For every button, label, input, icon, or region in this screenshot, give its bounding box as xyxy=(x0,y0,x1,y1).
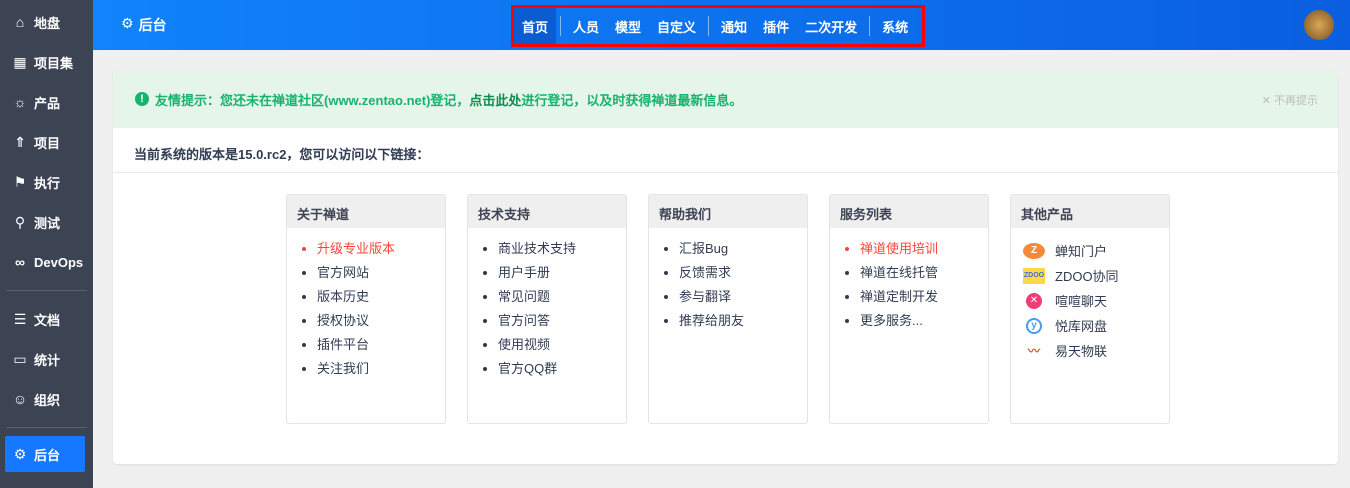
card-support: 技术支持 商业技术支持用户手册常见问题官方问答使用视频官方QQ群 xyxy=(467,194,627,424)
link-item[interactable]: 升级专业版本 xyxy=(317,240,445,264)
nav-custom[interactable]: 自定义 xyxy=(649,8,704,44)
page-title: ⚙ 后台 xyxy=(121,15,167,33)
link-item[interactable]: 使用视频 xyxy=(498,336,626,360)
main-nav: 首页 人员 模型 自定义 通知 插件 二次开发 系统 xyxy=(511,5,926,47)
link-item[interactable]: 官方QQ群 xyxy=(498,360,626,384)
nav-divider xyxy=(560,16,562,36)
card-help: 帮助我们 汇报Bug反馈需求参与翻译推荐给朋友 xyxy=(648,194,808,424)
grid-icon: ▦ xyxy=(13,53,27,70)
close-icon: ✕ xyxy=(1261,95,1274,107)
link-item[interactable]: 常见问题 xyxy=(498,288,626,312)
link-item[interactable]: 关注我们 xyxy=(317,360,445,384)
link-item[interactable]: 禅道使用培训 xyxy=(860,240,988,264)
chanzhi-logo-icon: Z xyxy=(1023,242,1045,259)
rocket-icon: ⇑ xyxy=(14,133,26,150)
sidebar-item-project[interactable]: ⇑ 项目 xyxy=(0,122,93,162)
link-item[interactable]: 插件平台 xyxy=(317,336,445,360)
nav-home[interactable]: 首页 xyxy=(514,8,557,44)
nav-message[interactable]: 通知 xyxy=(713,8,755,44)
dismiss-tip-button[interactable]: ✕ 不再提示 xyxy=(1262,92,1318,108)
product-xuanxuan[interactable]: ✕ 喧喧聊天 xyxy=(1011,288,1169,313)
yoku-logo-icon: y xyxy=(1026,317,1042,334)
product-yoku[interactable]: y 悦库网盘 xyxy=(1011,313,1169,338)
sidebar-item-execution[interactable]: ⚑ 执行 xyxy=(0,162,93,202)
nav-system[interactable]: 系统 xyxy=(874,8,916,44)
link-item[interactable]: 参与翻译 xyxy=(679,288,807,312)
admin-panel: ! 友情提示：您还未在禅道社区(www.zentao.net)登记， 点击此处 进… xyxy=(113,70,1338,464)
bulb-icon: ☼ xyxy=(13,94,27,110)
sidebar: ⌂ 地盘 ▦ 项目集 ☼ 产品 ⇑ 项目 ⚑ 执行 ⚲ 测试 ∞ DevOps ☰ 文档 ▭ 统计… xyxy=(0,0,93,488)
register-tip: ! 友情提示：您还未在禅道社区(www.zentao.net)登记， 点击此处 进… xyxy=(113,70,1338,128)
link-item[interactable]: 官方网站 xyxy=(317,264,445,288)
nav-divider xyxy=(708,16,710,36)
header: ⚙ 后台 首页 人员 模型 自定义 通知 插件 二次开发 系统 xyxy=(93,0,1350,50)
link-item[interactable]: 版本历史 xyxy=(317,288,445,312)
product-chanzhi[interactable]: Z 蝉知门户 xyxy=(1011,238,1169,263)
sidebar-item-product[interactable]: ☼ 产品 xyxy=(0,82,93,122)
card-service: 服务列表 禅道使用培训禅道在线托管禅道定制开发更多服务... xyxy=(829,194,989,424)
version-text: 当前系统的版本是15.0.rc2，您可以访问以下链接： xyxy=(113,128,1338,173)
link-cards: 关于禅道 升级专业版本官方网站版本历史授权协议插件平台关注我们 技术支持 商业技… xyxy=(286,194,1170,424)
gear-icon: ⚙ xyxy=(121,15,134,31)
card-products: 其他产品 Z 蝉知门户 ZDOO ZDOO协同 ✕ 喧喧聊天 y 悦库网盘 〰易天物联 xyxy=(1010,194,1170,424)
xuanxuan-logo-icon: ✕ xyxy=(1026,292,1042,309)
nav-extension[interactable]: 插件 xyxy=(755,8,797,44)
sidebar-divider xyxy=(6,290,87,291)
card-about: 关于禅道 升级专业版本官方网站版本历史授权协议插件平台关注我们 xyxy=(286,194,446,424)
run-icon: ⚑ xyxy=(13,173,27,190)
product-yitian[interactable]: 〰易天物联 xyxy=(1011,338,1169,363)
link-item[interactable]: 授权协议 xyxy=(317,312,445,336)
infinity-icon: ∞ xyxy=(15,254,25,270)
sidebar-item-qa[interactable]: ⚲ 测试 xyxy=(0,202,93,242)
zdoo-logo-icon: ZDOO xyxy=(1023,267,1045,284)
sidebar-item-report[interactable]: ▭ 统计 xyxy=(0,339,93,379)
sidebar-item-program[interactable]: ▦ 项目集 xyxy=(0,42,93,82)
users-icon: ☺ xyxy=(12,391,28,407)
sidebar-item-company[interactable]: ☺ 组织 xyxy=(0,379,93,419)
register-link[interactable]: 点击此处 xyxy=(469,90,521,109)
link-item[interactable]: 官方问答 xyxy=(498,312,626,336)
link-item[interactable]: 禅道定制开发 xyxy=(860,288,988,312)
sidebar-divider xyxy=(6,427,87,428)
sidebar-item-doc[interactable]: ☰ 文档 xyxy=(0,299,93,339)
link-item[interactable]: 反馈需求 xyxy=(679,264,807,288)
search-icon: ⚲ xyxy=(14,213,26,230)
info-icon: ! xyxy=(135,92,149,106)
doc-icon: ☰ xyxy=(13,310,27,327)
sidebar-item-dashboard[interactable]: ⌂ 地盘 xyxy=(0,2,93,42)
avatar[interactable] xyxy=(1304,10,1334,40)
nav-dev[interactable]: 二次开发 xyxy=(797,8,865,44)
yitian-logo-icon: 〰 xyxy=(1027,344,1040,358)
link-item[interactable]: 禅道在线托管 xyxy=(860,264,988,288)
chart-icon: ▭ xyxy=(13,350,27,367)
nav-user[interactable]: 人员 xyxy=(565,8,607,44)
nav-model[interactable]: 模型 xyxy=(607,8,649,44)
link-item[interactable]: 推荐给朋友 xyxy=(679,312,807,336)
link-item[interactable]: 商业技术支持 xyxy=(498,240,626,264)
sidebar-item-admin[interactable]: ⚙ 后台 xyxy=(5,436,85,472)
link-item[interactable]: 汇报Bug xyxy=(679,240,807,264)
home-icon: ⌂ xyxy=(15,14,25,30)
product-zdoo[interactable]: ZDOO ZDOO协同 xyxy=(1011,263,1169,288)
link-item[interactable]: 用户手册 xyxy=(498,264,626,288)
gear-icon: ⚙ xyxy=(13,445,27,462)
link-item[interactable]: 更多服务... xyxy=(860,312,988,336)
nav-divider xyxy=(869,16,871,36)
sidebar-item-devops[interactable]: ∞ DevOps xyxy=(0,242,93,282)
